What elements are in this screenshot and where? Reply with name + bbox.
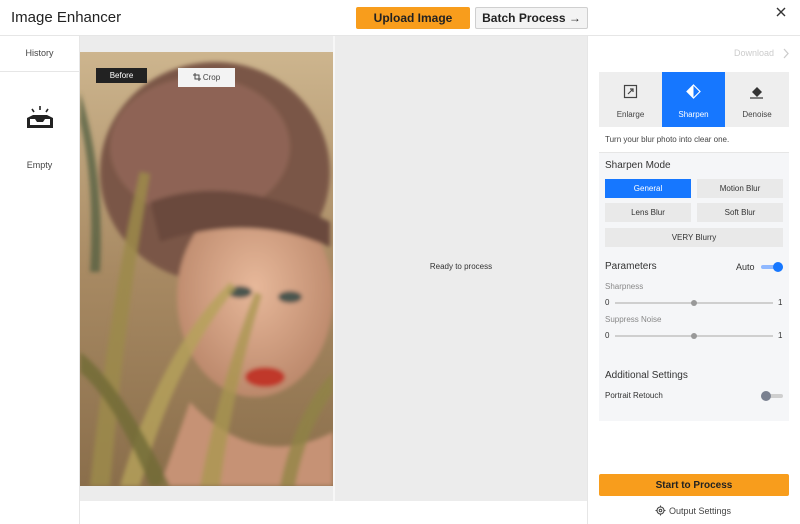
app-header: Image Enhancer Upload Image Batch Proces… (0, 0, 800, 36)
canvas-footer (80, 501, 587, 524)
suppress-noise-max: 1 (778, 331, 783, 340)
sharpness-label: Sharpness (605, 282, 644, 291)
parameters-title: Parameters (605, 261, 657, 272)
chevron-right-icon (783, 48, 789, 59)
history-title: History (0, 36, 79, 72)
crop-icon (192, 73, 201, 81)
start-process-button[interactable]: Start to Process (599, 474, 789, 496)
tab-denoise-label: Denoise (742, 110, 772, 119)
ready-status: Ready to process (429, 262, 493, 271)
before-badge: Before (96, 68, 147, 83)
auto-toggle-knob (773, 262, 783, 272)
output-settings-link[interactable]: Output Settings (655, 505, 731, 516)
upload-image-button[interactable]: Upload Image (356, 7, 470, 29)
sharpness-slider[interactable] (615, 300, 773, 306)
sharpness-slider-thumb[interactable] (691, 300, 697, 306)
tool-tabs: Enlarge Sharpen Denoise (599, 72, 789, 127)
tab-enlarge[interactable]: Enlarge (599, 72, 662, 127)
download-button[interactable]: Download (734, 48, 774, 58)
mode-general-button[interactable]: General (605, 179, 691, 198)
suppress-noise-slider-thumb[interactable] (691, 333, 697, 339)
eraser-icon (750, 87, 763, 99)
portrait-retouch-toggle-knob (761, 391, 771, 401)
tab-sharpen-label: Sharpen (678, 110, 709, 119)
history-empty-label: Empty (26, 160, 53, 170)
sharpness-min: 0 (605, 298, 610, 307)
enlarge-icon (623, 84, 638, 99)
tab-sharpen[interactable]: Sharpen (662, 72, 725, 127)
mode-motion-blur-button[interactable]: Motion Blur (697, 179, 783, 198)
tab-description: Turn your blur photo into clear one. (599, 127, 789, 153)
before-image: Before Crop (80, 52, 333, 486)
suppress-noise-min: 0 (605, 331, 610, 340)
close-icon[interactable] (772, 4, 790, 22)
mode-very-blurry-button[interactable]: VERY Blurry (605, 228, 783, 247)
sharpen-mode-title: Sharpen Mode (605, 160, 671, 171)
tab-denoise[interactable]: Denoise (725, 72, 789, 127)
suppress-noise-slider[interactable] (615, 333, 773, 339)
image-canvas: Before Crop Ready to process (80, 36, 587, 501)
empty-tray-icon (27, 106, 53, 128)
gear-icon (655, 505, 666, 516)
crop-label: Crop (202, 73, 221, 82)
output-settings-label: Output Settings (669, 506, 732, 516)
suppress-noise-label: Suppress Noise (605, 315, 662, 324)
portrait-retouch-toggle[interactable] (761, 391, 783, 401)
tab-enlarge-label: Enlarge (616, 110, 645, 119)
portrait-image (80, 52, 333, 486)
crop-button[interactable]: Crop (178, 68, 235, 87)
auto-toggle[interactable] (761, 262, 783, 272)
sharpen-icon (686, 84, 701, 99)
app-title: Image Enhancer (11, 9, 122, 26)
additional-settings-title: Additional Settings (605, 370, 688, 381)
mode-soft-blur-button[interactable]: Soft Blur (697, 203, 783, 222)
batch-process-button[interactable]: Batch Process → (475, 7, 588, 29)
portrait-retouch-label: Portrait Retouch (605, 391, 663, 400)
mode-lens-blur-button[interactable]: Lens Blur (605, 203, 691, 222)
history-sidebar: History Empty (0, 36, 80, 524)
auto-label: Auto (736, 262, 755, 272)
sharpness-max: 1 (778, 298, 783, 307)
